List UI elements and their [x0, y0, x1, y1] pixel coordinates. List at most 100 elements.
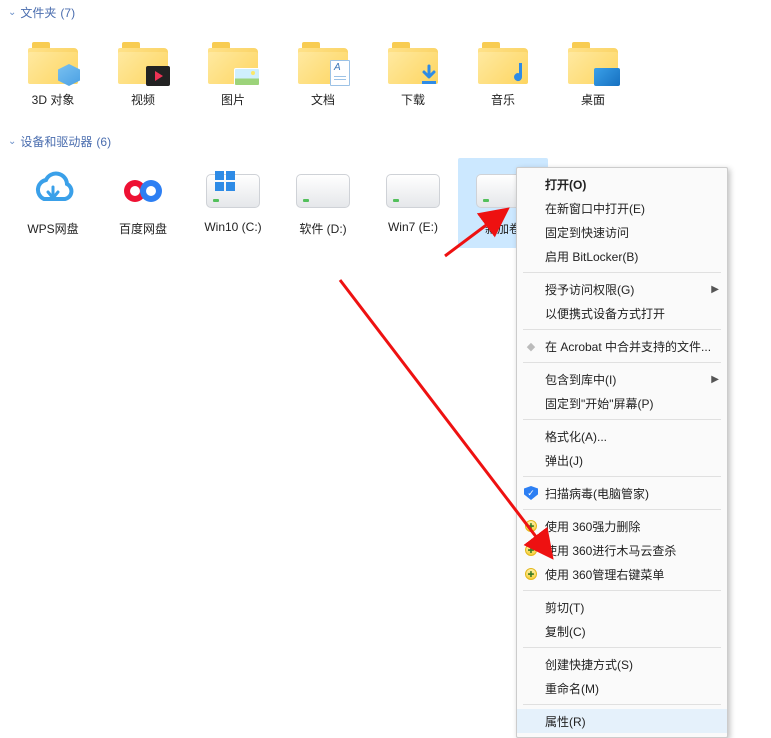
- chevron-down-icon: ⌄: [8, 7, 16, 18]
- menu-item-label: 启用 BitLocker(B): [545, 248, 638, 265]
- folders-grid: 3D 对象 视频图片 文档 下载 音乐 桌面: [0, 25, 771, 129]
- menu-item[interactable]: 启用 BitLocker(B): [517, 244, 727, 268]
- menu-item-label: 在 Acrobat 中合并支持的文件...: [545, 338, 711, 355]
- folder-item[interactable]: 下载: [368, 29, 458, 119]
- folder-label: 音乐: [491, 91, 515, 108]
- folder-label: 文档: [311, 91, 335, 108]
- menu-item[interactable]: 弹出(J): [517, 448, 727, 472]
- folder-label: 桌面: [581, 91, 605, 108]
- menu-separator: [523, 362, 721, 363]
- menu-item[interactable]: ✚ 使用 360强力删除: [517, 514, 727, 538]
- menu-item-label: 以便携式设备方式打开: [545, 305, 665, 322]
- dot-icon: ✚: [523, 566, 539, 582]
- menu-separator: [523, 509, 721, 510]
- menu-item[interactable]: 创建快捷方式(S): [517, 652, 727, 676]
- menu-separator: [523, 329, 721, 330]
- folder-icon: [293, 35, 353, 89]
- folder-icon: [383, 35, 443, 89]
- drive-label: 百度网盘: [119, 220, 167, 237]
- menu-item-label: 使用 360强力删除: [545, 518, 640, 535]
- folder-icon: [203, 35, 263, 89]
- folder-icon: [563, 35, 623, 89]
- drive-item[interactable]: Win10 (C:): [188, 158, 278, 248]
- menu-separator: [523, 704, 721, 705]
- submenu-arrow-icon: ▶: [711, 284, 719, 295]
- context-menu: 打开(O) 在新窗口中打开(E) 固定到快速访问启用 BitLocker(B) 授予访…: [516, 167, 728, 738]
- drive-item[interactable]: 软件 (D:): [278, 158, 368, 248]
- drive-label: Win7 (E:): [388, 220, 438, 234]
- menu-item[interactable]: ✚ 使用 360进行木马云查杀: [517, 538, 727, 562]
- folder-item[interactable]: 文档: [278, 29, 368, 119]
- wps-cloud-icon: [29, 171, 77, 211]
- menu-item-label: 属性(R): [545, 713, 586, 730]
- folder-icon: [113, 35, 173, 89]
- menu-item-label: 授予访问权限(G): [545, 281, 634, 298]
- baidu-netdisk-icon: [118, 169, 168, 213]
- drive-item[interactable]: WPS网盘: [8, 158, 98, 248]
- folder-item[interactable]: 桌面: [548, 29, 638, 119]
- folder-label: 3D 对象: [32, 91, 75, 108]
- folder-label: 图片: [221, 91, 245, 108]
- section-count: (7): [60, 6, 75, 20]
- menu-item[interactable]: 打开(O): [517, 172, 727, 196]
- menu-item-label: 重命名(M): [545, 680, 599, 697]
- menu-separator: [523, 647, 721, 648]
- menu-item-label: 使用 360进行木马云查杀: [545, 542, 676, 559]
- menu-item-label: 在新窗口中打开(E): [545, 200, 645, 217]
- folder-item[interactable]: 3D 对象: [8, 29, 98, 119]
- menu-item-label: 创建快捷方式(S): [545, 656, 633, 673]
- menu-separator: [523, 272, 721, 273]
- chevron-down-icon: ⌄: [8, 136, 16, 147]
- menu-item[interactable]: 扫描病毒(电脑管家): [517, 481, 727, 505]
- folder-icon: [473, 35, 533, 89]
- dot-icon: ✚: [523, 518, 539, 534]
- dot-icon: ✚: [523, 542, 539, 558]
- menu-item-label: 使用 360管理右键菜单: [545, 566, 664, 583]
- menu-item[interactable]: 授予访问权限(G) ▶: [517, 277, 727, 301]
- drive-icon: [296, 174, 350, 208]
- menu-separator: [523, 419, 721, 420]
- drive-icon: [386, 174, 440, 208]
- menu-item[interactable]: 包含到库中(I) ▶: [517, 367, 727, 391]
- menu-item-label: 包含到库中(I): [545, 371, 616, 388]
- folder-item[interactable]: 视频: [98, 29, 188, 119]
- menu-item[interactable]: 重命名(M): [517, 676, 727, 700]
- menu-item[interactable]: 格式化(A)...: [517, 424, 727, 448]
- menu-item[interactable]: 属性(R): [517, 709, 727, 733]
- section-title: 文件夹: [20, 4, 56, 21]
- drive-item[interactable]: Win7 (E:): [368, 158, 458, 248]
- menu-item[interactable]: ◆ 在 Acrobat 中合并支持的文件...: [517, 334, 727, 358]
- menu-item-label: 扫描病毒(电脑管家): [545, 485, 649, 502]
- menu-item[interactable]: 固定到"开始"屏幕(P): [517, 391, 727, 415]
- menu-item-label: 剪切(T): [545, 599, 584, 616]
- menu-item-label: 打开(O): [545, 176, 586, 193]
- menu-item[interactable]: 固定到快速访问: [517, 220, 727, 244]
- submenu-arrow-icon: ▶: [711, 374, 719, 385]
- section-header-folders[interactable]: ⌄ 文件夹 (7): [0, 0, 771, 25]
- menu-item[interactable]: 以便携式设备方式打开: [517, 301, 727, 325]
- drive-item[interactable]: 百度网盘: [98, 158, 188, 248]
- menu-item-label: 复制(C): [545, 623, 586, 640]
- section-header-devices[interactable]: ⌄ 设备和驱动器 (6): [0, 129, 771, 154]
- drive-label: WPS网盘: [27, 220, 78, 237]
- menu-item-label: 固定到"开始"屏幕(P): [545, 395, 654, 412]
- menu-item[interactable]: 复制(C): [517, 619, 727, 643]
- menu-separator: [523, 590, 721, 591]
- menu-item[interactable]: 剪切(T): [517, 595, 727, 619]
- menu-item-label: 固定到快速访问: [545, 224, 629, 241]
- folder-label: 下载: [401, 91, 425, 108]
- menu-item-label: 格式化(A)...: [545, 428, 607, 445]
- folder-item[interactable]: 音乐: [458, 29, 548, 119]
- folder-icon: [23, 35, 83, 89]
- drive-label: 软件 (D:): [299, 220, 346, 237]
- section-count: (6): [96, 135, 111, 149]
- section-title: 设备和驱动器: [20, 133, 92, 150]
- folder-item[interactable]: 图片: [188, 29, 278, 119]
- acrobat-icon: ◆: [523, 338, 539, 354]
- menu-item[interactable]: ✚ 使用 360管理右键菜单: [517, 562, 727, 586]
- menu-item[interactable]: 在新窗口中打开(E): [517, 196, 727, 220]
- menu-separator: [523, 476, 721, 477]
- menu-item-label: 弹出(J): [545, 452, 583, 469]
- shield-icon: [523, 485, 539, 501]
- drive-label: Win10 (C:): [204, 220, 261, 234]
